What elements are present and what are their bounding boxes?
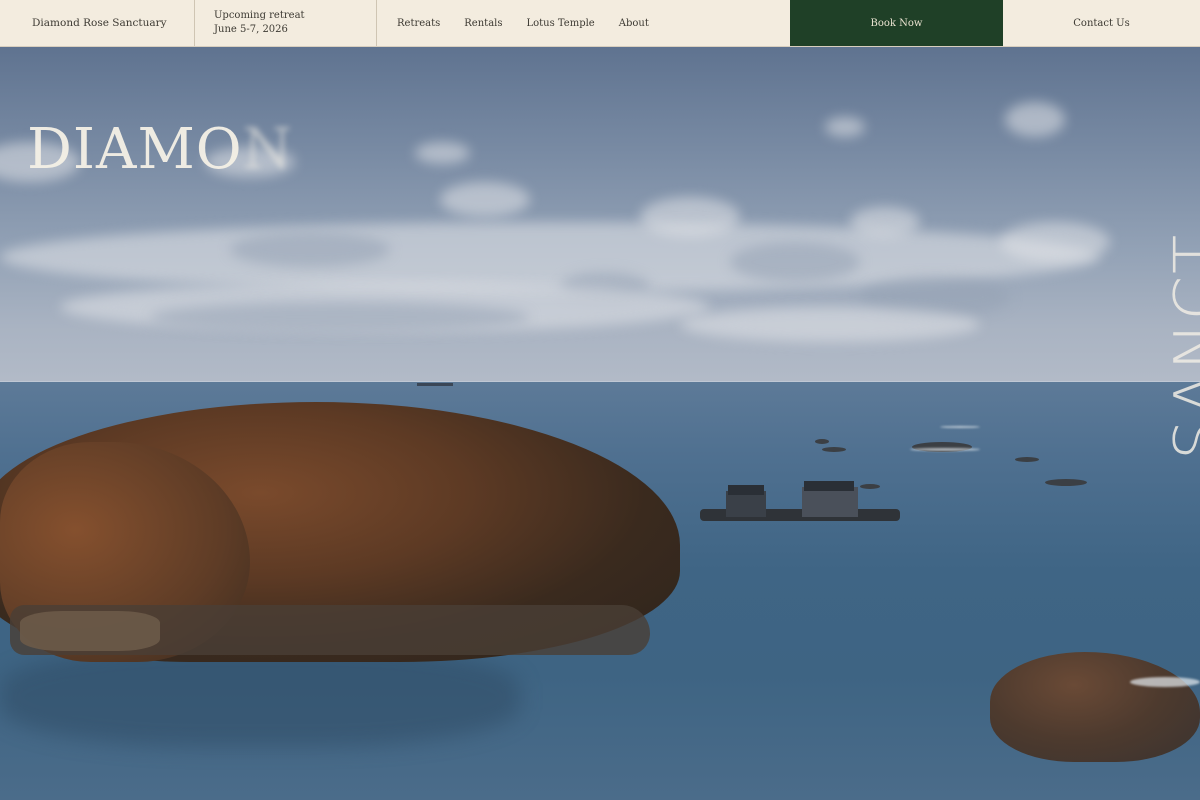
brand-name: Diamond Rose Sanctuary bbox=[32, 17, 167, 29]
nav-link-about[interactable]: About bbox=[619, 18, 649, 29]
brand-link[interactable]: Diamond Rose Sanctuary bbox=[0, 0, 195, 46]
top-nav: Diamond Rose Sanctuary Upcoming retreat … bbox=[0, 0, 1200, 47]
upcoming-retreat[interactable]: Upcoming retreat June 5-7, 2026 bbox=[195, 0, 377, 46]
vertical-text: SANCT bbox=[1162, 232, 1200, 460]
nav-link-lotus-temple[interactable]: Lotus Temple bbox=[526, 18, 594, 29]
hero-headline: DIAMON bbox=[27, 117, 293, 182]
retreat-date: June 5-7, 2026 bbox=[214, 24, 288, 35]
headline-text-fading: N bbox=[242, 117, 293, 182]
sky bbox=[0, 47, 1200, 387]
house bbox=[802, 487, 858, 517]
contact-us-label: Contact Us bbox=[1073, 17, 1130, 29]
ship bbox=[417, 383, 453, 386]
nav-link-retreats[interactable]: Retreats bbox=[397, 18, 440, 29]
book-now-button[interactable]: Book Now bbox=[790, 0, 1003, 46]
hero-video: DIAMON bbox=[0, 47, 1200, 800]
hero-vertical-text: SANCT bbox=[1092, 180, 1200, 480]
nav-link-rentals[interactable]: Rentals bbox=[464, 18, 502, 29]
retreat-label: Upcoming retreat bbox=[214, 10, 305, 21]
contact-us-button[interactable]: Contact Us bbox=[1003, 0, 1200, 46]
headline-text: DIAMO bbox=[27, 117, 243, 182]
book-now-label: Book Now bbox=[870, 17, 923, 29]
nav-links: Retreats Rentals Lotus Temple About bbox=[377, 0, 790, 46]
